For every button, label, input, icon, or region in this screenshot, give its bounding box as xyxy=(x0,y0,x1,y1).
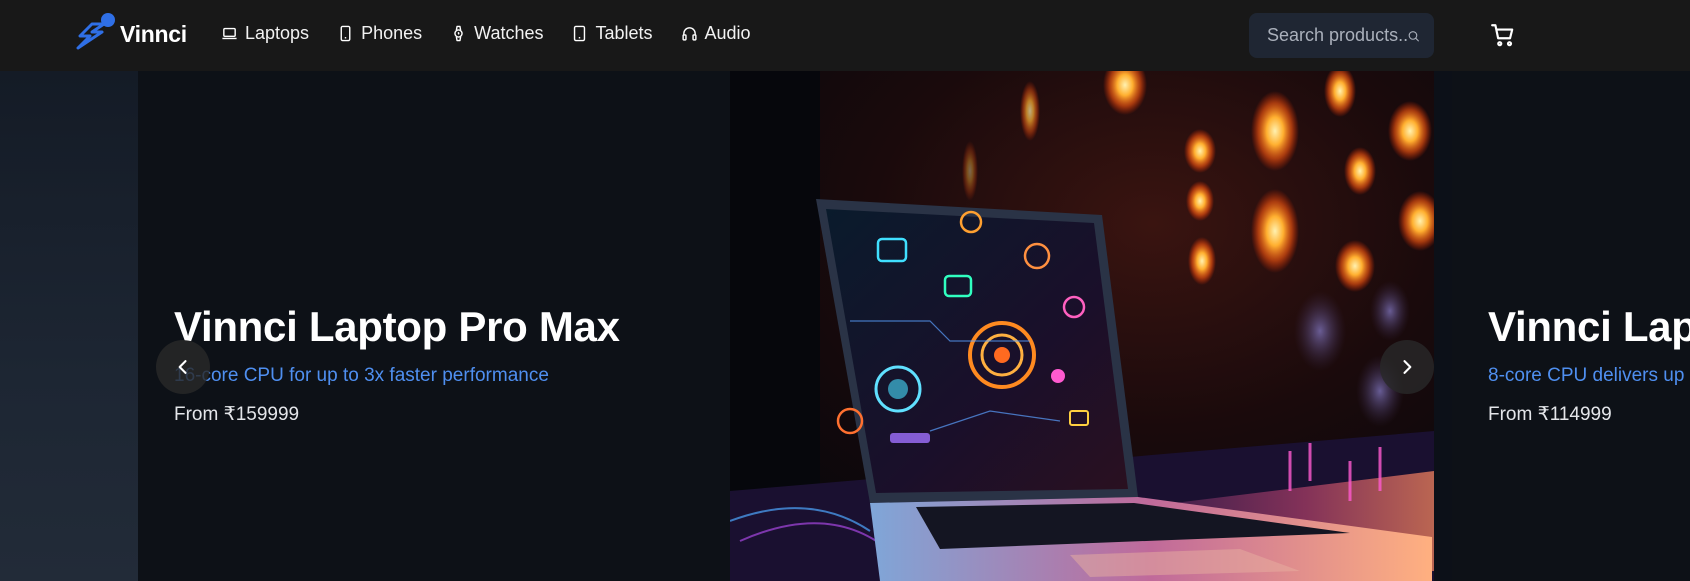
nav-item-tablets[interactable]: Tablets xyxy=(571,23,653,44)
slide-title: Vinnci Laptop xyxy=(1488,303,1690,350)
slide-subtitle: 8-core CPU delivers up xyxy=(1488,365,1685,386)
bolt-logo-icon xyxy=(76,12,116,56)
slide-text: Vinnci Laptop Pro Max 16-core CPU for up… xyxy=(174,303,620,426)
nav-item-label: Tablets xyxy=(595,23,653,43)
brand-name: Vinnci xyxy=(120,20,187,47)
carousel-next-button[interactable] xyxy=(1380,340,1434,394)
slide-title: Vinnci Laptop Pro Max xyxy=(174,303,620,350)
phone-icon xyxy=(340,25,351,42)
nav-item-label: Laptops xyxy=(245,23,310,43)
tablet-icon xyxy=(574,25,586,42)
category-nav: Laptops Phones Watches Tablets Audio xyxy=(221,23,751,44)
nav-item-label: Watches xyxy=(474,23,544,43)
chevron-left-icon xyxy=(178,360,187,374)
brand-logo[interactable]: Vinnci xyxy=(76,12,187,56)
slide-subtitle: 16-core CPU for up to 3x faster performa… xyxy=(174,365,549,386)
laptop-icon xyxy=(222,27,237,40)
chevron-right-icon xyxy=(1403,360,1412,374)
search-icon[interactable] xyxy=(1407,25,1420,47)
watch-icon xyxy=(454,25,463,42)
laptop-product-image xyxy=(730,71,1434,581)
search-box xyxy=(1249,13,1434,58)
hero-carousel: Vinnci Laptop Pro Max 16-core CPU for up… xyxy=(0,71,1690,581)
carousel-slide-active[interactable]: Vinnci Laptop Pro Max 16-core CPU for up… xyxy=(138,71,1434,581)
nav-item-label: Phones xyxy=(361,23,423,43)
previous-slide-peek xyxy=(0,71,138,581)
slide-price: From ₹114999 xyxy=(1488,404,1612,425)
nav-item-audio[interactable]: Audio xyxy=(681,23,751,44)
headphones-icon xyxy=(681,27,697,41)
nav-item-phones[interactable]: Phones xyxy=(337,23,422,44)
slide-text: Vinnci Laptop 8-core CPU delivers up Fro… xyxy=(1488,303,1690,426)
nav-item-label: Audio xyxy=(704,23,751,43)
nav-item-watches[interactable]: Watches xyxy=(450,23,543,44)
slide-price: From ₹159999 xyxy=(174,404,300,425)
search-input[interactable] xyxy=(1267,25,1407,46)
carousel-prev-button[interactable] xyxy=(156,340,210,394)
cart-icon[interactable] xyxy=(1490,22,1516,48)
nav-item-laptops[interactable]: Laptops xyxy=(221,23,309,44)
next-slide-peek[interactable]: Vinnci Laptop 8-core CPU delivers up Fro… xyxy=(1452,71,1690,581)
top-navbar: Vinnci Laptops Phones Watches Tablets Au… xyxy=(0,0,1690,71)
